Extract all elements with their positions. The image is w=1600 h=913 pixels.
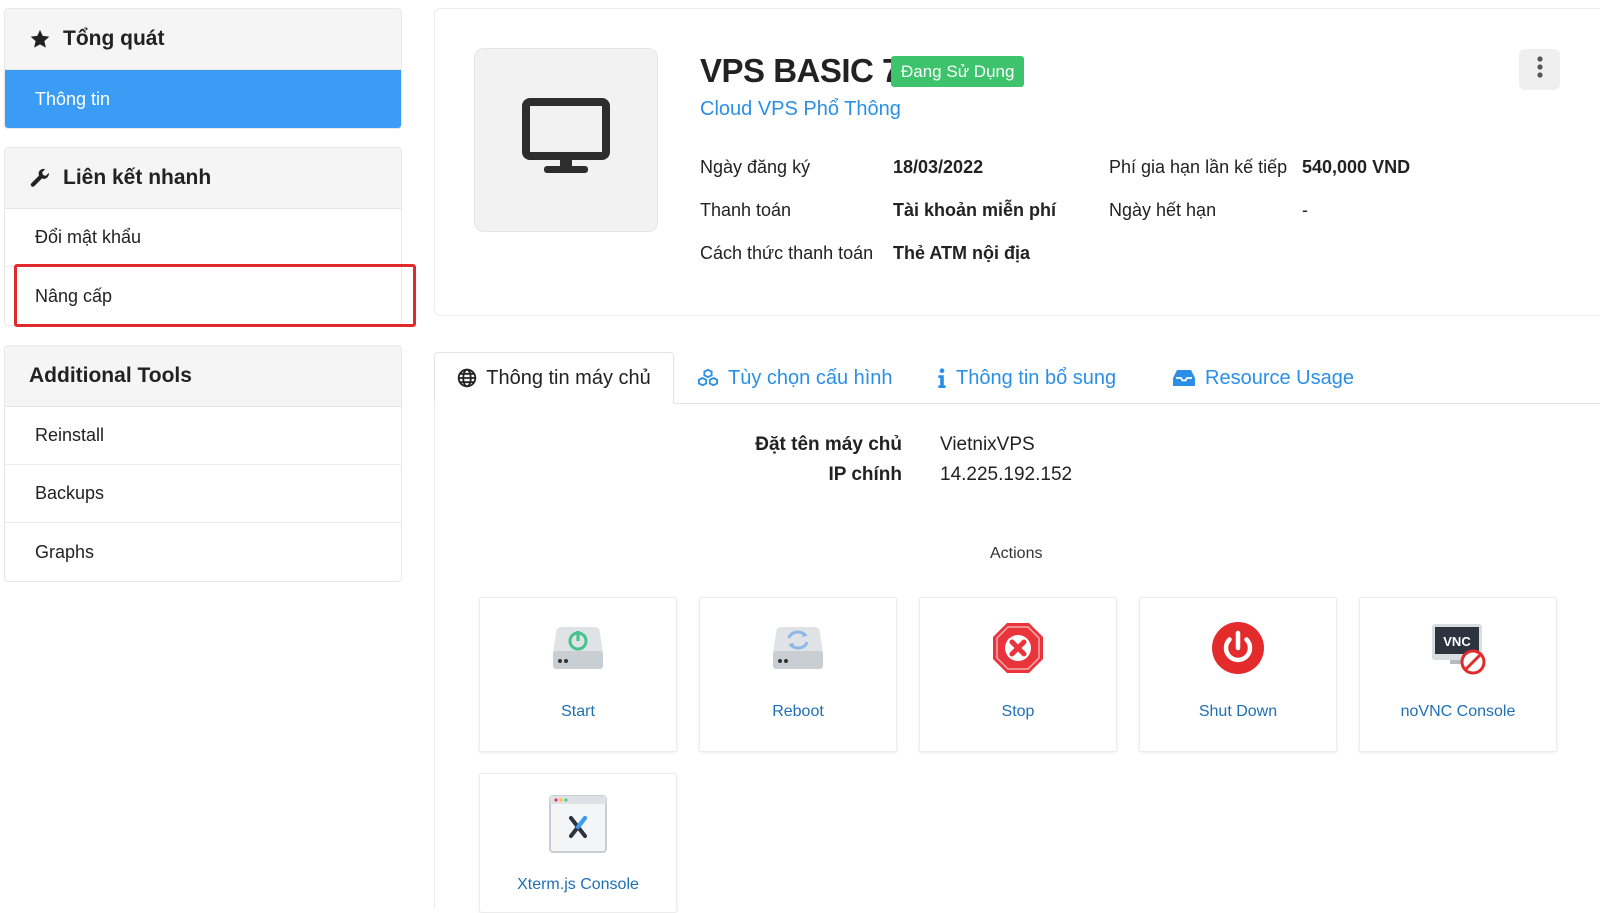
stop-octagon-icon (990, 620, 1046, 681)
novnc-console-label: noVNC Console (1400, 703, 1516, 720)
expiry-label: Ngày hết hạn (1109, 200, 1217, 220)
xterm-console-action[interactable]: Xterm.js Console (479, 773, 677, 913)
shutdown-label: Shut Down (1198, 703, 1278, 720)
monitor-icon (522, 97, 610, 183)
wrench-icon (29, 167, 51, 189)
sidebar-item-info[interactable]: Thông tin (5, 70, 401, 128)
product-name: VPS BASIC 7 (700, 52, 900, 89)
tools-panel-header: Additional Tools (5, 346, 401, 407)
overview-panel-header: Tổng quát (5, 9, 401, 70)
ip-value: 14.225.192.152 (940, 464, 1073, 485)
overview-panel: Tổng quát Thông tin (4, 8, 402, 129)
method-value: Thẻ ATM nội địa (893, 243, 1030, 263)
ip-label: IP chính (828, 464, 902, 485)
xterm-console-icon (548, 794, 608, 859)
tab-config-options[interactable]: Tùy chọn cấu hình (697, 352, 893, 404)
reboot-label: Reboot (772, 703, 824, 720)
payment-value: Tài khoản miễn phí (893, 200, 1057, 220)
svg-text:VNC: VNC (1443, 634, 1471, 649)
tools-title: Additional Tools (29, 364, 192, 387)
reg-date-value: 18/03/2022 (893, 157, 984, 177)
overview-title: Tổng quát (63, 27, 165, 50)
inbox-icon (1172, 369, 1196, 387)
tab-resource-usage[interactable]: Resource Usage (1172, 352, 1354, 404)
quicklinks-title: Liên kết nhanh (63, 166, 212, 189)
vertical-ellipsis-icon (1536, 56, 1543, 83)
upgrade-highlight-box (14, 264, 416, 327)
hostname-label: Đặt tên máy chủ (755, 434, 902, 455)
reboot-action[interactable]: Reboot (699, 597, 897, 752)
tab-resource-usage-label: Resource Usage (1205, 366, 1354, 389)
renew-value: 540,000 VND (1302, 157, 1411, 177)
power-button-icon (1210, 620, 1266, 681)
stop-label: Stop (1001, 703, 1035, 720)
tab-config-options-label: Tùy chọn cấu hình (728, 366, 893, 389)
method-label: Cách thức thanh toán (700, 243, 874, 263)
server-power-icon (550, 623, 606, 678)
renew-label: Phí gia hạn lần kế tiếp (1109, 157, 1288, 177)
tools-panel: Additional Tools Reinstall Backups Graph… (4, 345, 402, 582)
tab-content-border (434, 403, 435, 908)
expiry-value: - (1302, 200, 1308, 220)
cubes-icon (697, 368, 719, 388)
vnc-console-icon: VNC (1428, 620, 1488, 681)
more-options-button[interactable] (1519, 49, 1560, 90)
status-badge: Đang Sử Dụng (891, 56, 1025, 87)
star-icon (29, 28, 51, 50)
sidebar-item-change-password[interactable]: Đổi mật khẩu (5, 209, 401, 267)
start-label: Start (561, 703, 595, 720)
product-group: Cloud VPS Phổ Thông (700, 98, 901, 120)
payment-label: Thanh toán (700, 200, 792, 220)
xterm-console-label: Xterm.js Console (517, 876, 639, 893)
tab-additional-info[interactable]: Thông tin bổ sung (937, 352, 1116, 404)
actions-title: Actions (990, 545, 1043, 562)
quicklinks-panel-header: Liên kết nhanh (5, 148, 401, 209)
product-image (474, 48, 658, 232)
sidebar-item-backups[interactable]: Backups (5, 465, 401, 523)
info-icon (937, 368, 947, 388)
start-action[interactable]: Start (479, 597, 677, 752)
stop-action[interactable]: Stop (919, 597, 1117, 752)
sidebar-item-graphs[interactable]: Graphs (5, 523, 401, 581)
tab-server-info[interactable]: Thông tin máy chủ (434, 352, 674, 404)
novnc-console-action[interactable]: VNC noVNC Console (1359, 597, 1557, 752)
shutdown-action[interactable]: Shut Down (1139, 597, 1337, 752)
hostname-value: VietnixVPS (940, 434, 1035, 455)
reg-date-label: Ngày đăng ký (700, 157, 811, 177)
tab-server-info-label: Thông tin máy chủ (486, 366, 651, 389)
server-refresh-icon (770, 623, 826, 678)
sidebar-item-reinstall[interactable]: Reinstall (5, 407, 401, 465)
globe-icon (457, 368, 477, 388)
tab-additional-info-label: Thông tin bổ sung (956, 366, 1117, 389)
